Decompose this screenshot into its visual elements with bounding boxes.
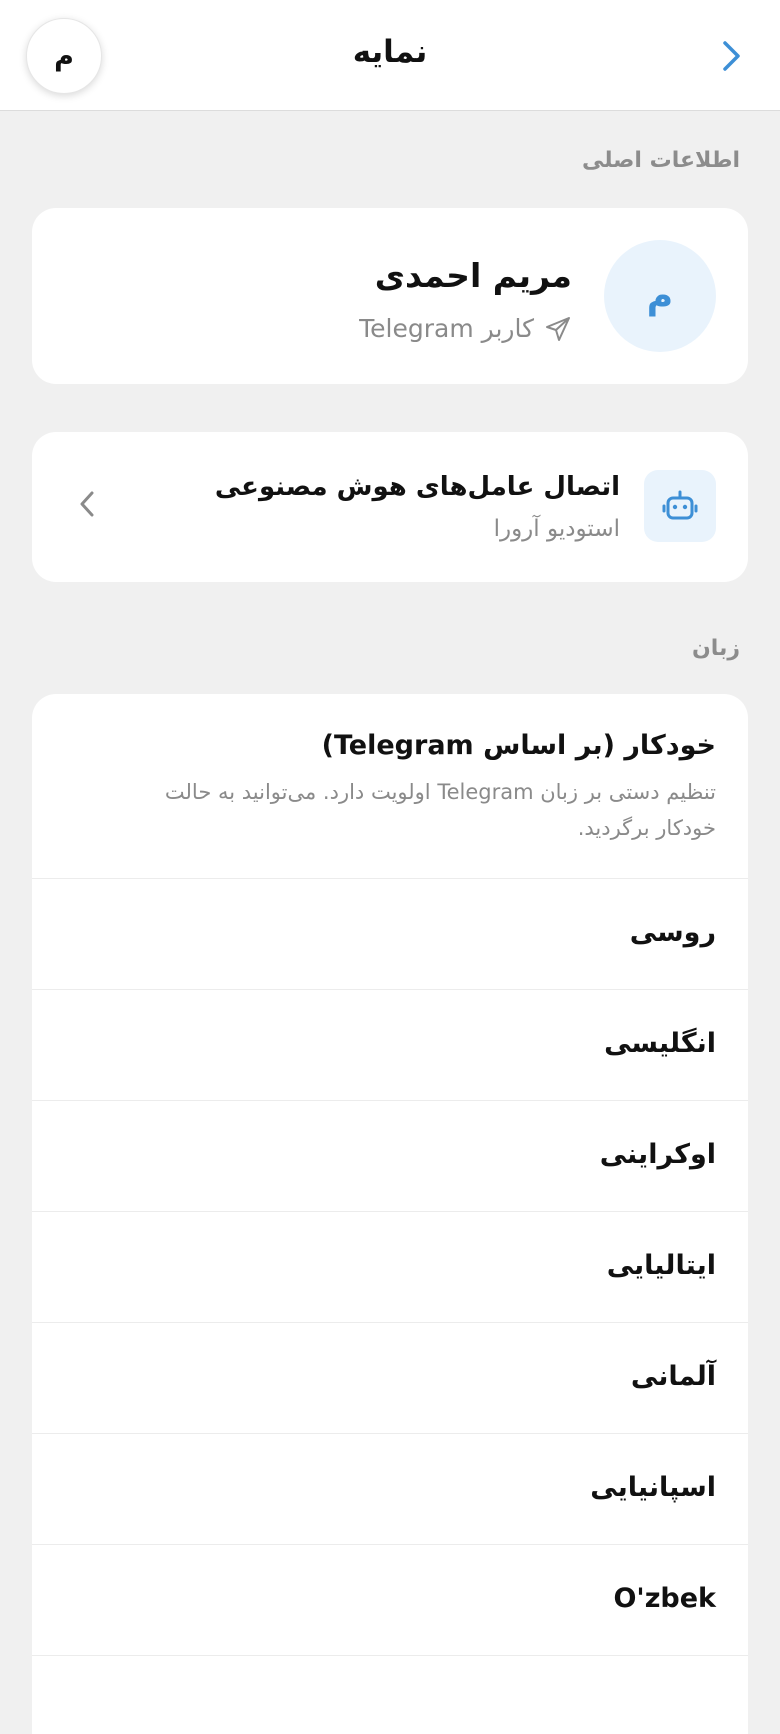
profile-subtitle-text: کاربر Telegram bbox=[359, 314, 534, 343]
language-option-ukrainian[interactable]: اوکراینی bbox=[32, 1101, 748, 1212]
top-bar: م نمایه bbox=[0, 0, 780, 111]
language-option-label: اسپانیایی bbox=[590, 1472, 716, 1503]
ai-agents-title: اتصال عامل‌های هوش مصنوعی bbox=[214, 472, 620, 502]
ai-icon-box bbox=[644, 470, 716, 542]
language-auto-title: خودکار (بر اساس Telegram) bbox=[321, 730, 716, 761]
language-list: خودکار (بر اساس Telegram) تنظیم دستی بر … bbox=[32, 694, 748, 1734]
profile-avatar: م bbox=[604, 240, 716, 352]
language-option-italian[interactable]: ایتالیایی bbox=[32, 1212, 748, 1323]
language-option-label: انگلیسی bbox=[604, 1028, 716, 1059]
language-option-russian[interactable]: روسی bbox=[32, 879, 748, 990]
chevron-right-icon bbox=[723, 41, 740, 71]
section-label-main-info: اطلاعات اصلی bbox=[581, 148, 740, 173]
robot-icon bbox=[662, 490, 698, 520]
language-option-auto[interactable]: خودکار (بر اساس Telegram) تنظیم دستی بر … bbox=[32, 694, 748, 879]
ai-agents-subtitle: استودیو آرورا bbox=[493, 516, 620, 542]
language-option-english[interactable]: انگلیسی bbox=[32, 990, 748, 1101]
chevron-left-icon bbox=[80, 491, 94, 517]
language-option-label: O'zbek bbox=[613, 1583, 716, 1614]
language-auto-description: تنظیم دستی بر زبان Telegram اولویت دارد.… bbox=[164, 780, 716, 840]
language-option-label: ایتالیایی bbox=[606, 1250, 716, 1281]
profile-card: م مریم احمدی کاربر Telegram bbox=[32, 208, 748, 384]
profile-name: مریم احمدی bbox=[374, 256, 572, 295]
profile-subtitle: کاربر Telegram bbox=[359, 314, 572, 343]
back-button[interactable] bbox=[714, 36, 750, 76]
language-option-label: اوکراینی bbox=[599, 1139, 716, 1170]
profile-avatar-initial: م bbox=[646, 275, 674, 317]
language-option-german[interactable]: آلمانی bbox=[32, 1323, 748, 1434]
language-option-uzbek[interactable]: O'zbek bbox=[32, 1545, 748, 1656]
language-option-spanish[interactable]: اسپانیایی bbox=[32, 1434, 748, 1545]
ai-agents-card[interactable]: اتصال عامل‌های هوش مصنوعی استودیو آرورا bbox=[32, 432, 748, 582]
language-option-label: روسی bbox=[629, 917, 716, 948]
language-option-label: آلمانی bbox=[630, 1361, 716, 1392]
ai-agents-chevron bbox=[72, 484, 102, 524]
telegram-send-icon bbox=[546, 316, 570, 341]
section-label-language: زبان bbox=[692, 636, 740, 661]
page-title: نمایه bbox=[352, 34, 428, 70]
